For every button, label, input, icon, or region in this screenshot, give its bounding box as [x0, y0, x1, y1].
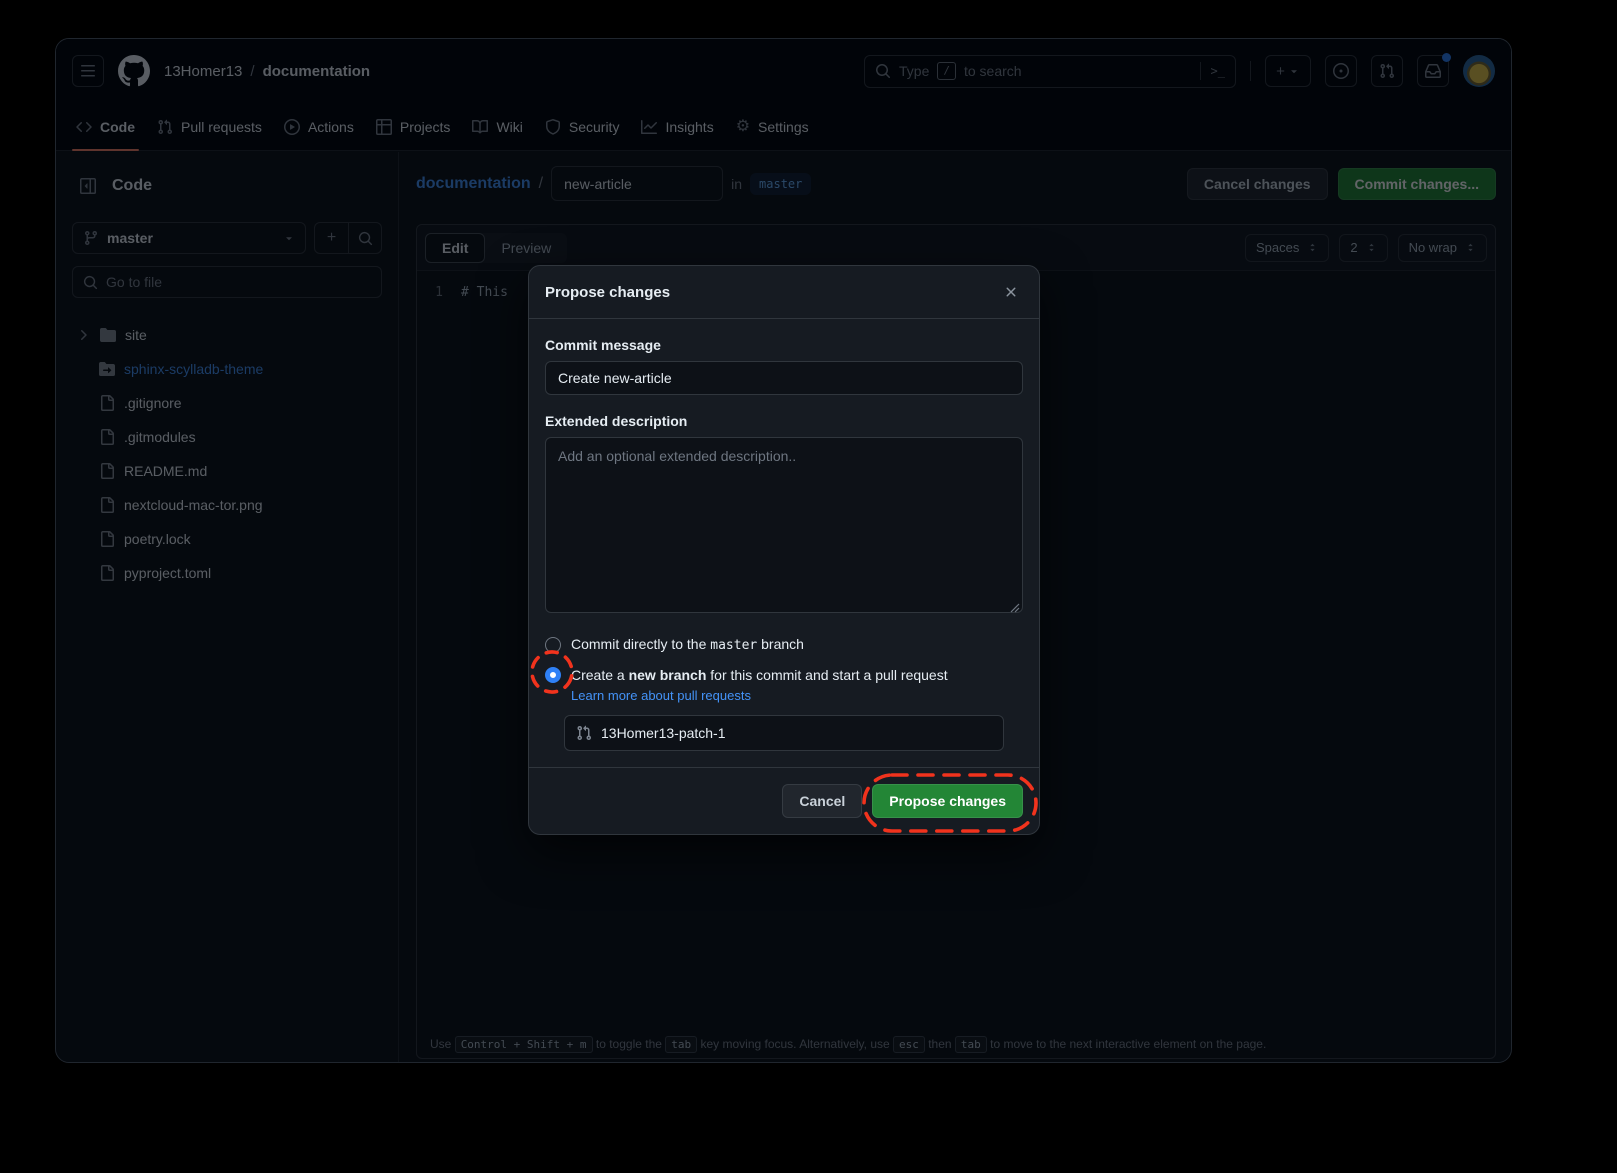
- new-branch-name-input[interactable]: [601, 725, 992, 741]
- radio-create-branch[interactable]: [545, 667, 561, 683]
- new-branch-name-field: [564, 715, 1004, 751]
- resize-grip-icon[interactable]: [1010, 603, 1020, 613]
- extended-description-textarea[interactable]: [545, 437, 1023, 613]
- extended-description-label: Extended description: [545, 413, 1023, 429]
- close-icon: [1003, 284, 1019, 300]
- commit-message-label: Commit message: [545, 337, 1023, 353]
- git-pull-request-icon: [576, 725, 592, 741]
- create-branch-option: Create a new branch for this commit and …: [545, 667, 1023, 683]
- commit-direct-label: Commit directly to the master branch: [571, 636, 804, 653]
- close-dialog-button[interactable]: [999, 280, 1023, 304]
- cancel-button[interactable]: Cancel: [782, 784, 862, 818]
- propose-changes-button[interactable]: Propose changes: [872, 784, 1023, 818]
- commit-direct-option: Commit directly to the master branch: [545, 636, 1023, 653]
- create-branch-label: Create a new branch for this commit and …: [571, 667, 948, 683]
- commit-message-input[interactable]: [545, 361, 1023, 395]
- radio-commit-direct[interactable]: [545, 637, 561, 653]
- learn-more-link[interactable]: Learn more about pull requests: [571, 688, 751, 703]
- dialog-title: Propose changes: [545, 284, 670, 301]
- propose-changes-dialog: Propose changes Commit message Extended …: [528, 265, 1040, 835]
